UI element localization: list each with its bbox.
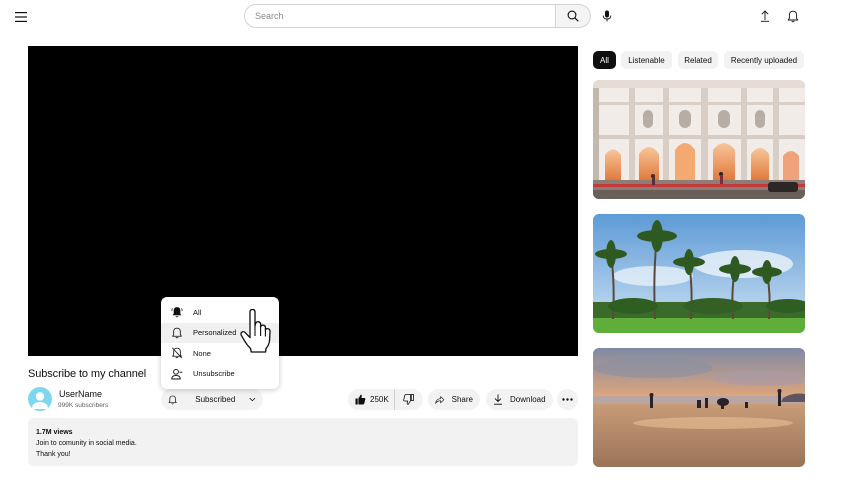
description-box[interactable]: 1.7M views Join to comunity in social me… bbox=[28, 418, 578, 466]
subscribed-button[interactable]: Subscribed bbox=[161, 389, 263, 410]
beach-sunset-thumbnail-image bbox=[593, 348, 805, 467]
recommended-video-thumbnail[interactable] bbox=[593, 214, 805, 333]
chip-listenable[interactable]: Listenable bbox=[621, 51, 672, 69]
subscribed-label: Subscribed bbox=[195, 395, 236, 404]
avatar-person-icon bbox=[32, 392, 48, 409]
chevron-down-icon bbox=[249, 397, 256, 402]
menu-item-label: Unsubscribe bbox=[193, 369, 235, 379]
bell-icon bbox=[168, 395, 177, 404]
video-title: Subscribe to my channel bbox=[28, 368, 147, 380]
video-player[interactable] bbox=[28, 46, 578, 356]
dislike-button[interactable] bbox=[395, 389, 422, 410]
hand-pointer-cursor-icon bbox=[240, 309, 271, 353]
like-button[interactable]: 250K bbox=[348, 389, 395, 410]
avatar[interactable] bbox=[28, 387, 52, 411]
description-line: Thank you! bbox=[36, 451, 71, 458]
chip-all[interactable]: All bbox=[593, 51, 616, 69]
like-dislike-group: 250K bbox=[348, 389, 423, 410]
subscriber-count: 999K subscribers bbox=[58, 402, 109, 409]
thumbs-down-icon bbox=[403, 394, 414, 405]
bell-filled-icon bbox=[171, 306, 183, 318]
person-remove-icon bbox=[171, 368, 183, 380]
download-button[interactable]: Download bbox=[486, 389, 553, 410]
bell-outline-icon bbox=[171, 327, 183, 339]
menu-item-unsubscribe[interactable]: Unsubscribe bbox=[161, 364, 279, 385]
mic-icon bbox=[602, 10, 612, 22]
search-icon bbox=[567, 10, 579, 22]
search-input[interactable] bbox=[244, 4, 556, 28]
voice-search-button[interactable] bbox=[596, 5, 618, 27]
chip-related[interactable]: Related bbox=[678, 51, 718, 69]
menu-icon bbox=[15, 12, 27, 22]
chip-recently-uploaded[interactable]: Recently uploaded bbox=[724, 51, 804, 69]
menu-item-label: Personalized bbox=[193, 328, 237, 338]
description-line: Join to comunity in social media. bbox=[36, 440, 137, 447]
share-icon bbox=[435, 395, 445, 404]
view-count: 1.7M views bbox=[36, 429, 73, 436]
more-actions-button[interactable] bbox=[557, 389, 578, 410]
search-button[interactable] bbox=[555, 4, 591, 28]
channel-name[interactable]: UserName bbox=[59, 389, 102, 399]
more-horizontal-icon bbox=[562, 398, 573, 401]
notifications-button[interactable] bbox=[783, 6, 803, 26]
share-label: Share bbox=[451, 395, 473, 404]
recommended-video-thumbnail[interactable] bbox=[593, 80, 805, 199]
share-button[interactable]: Share bbox=[428, 389, 480, 410]
download-icon bbox=[494, 394, 502, 405]
bell-off-icon bbox=[171, 347, 183, 359]
building-thumbnail-image bbox=[593, 80, 805, 199]
search-bar bbox=[244, 4, 591, 28]
menu-item-label: All bbox=[193, 307, 202, 317]
palm-trees-thumbnail-image bbox=[593, 214, 805, 333]
like-count: 250K bbox=[370, 395, 389, 404]
thumbs-up-icon bbox=[355, 394, 366, 405]
upload-button[interactable] bbox=[755, 6, 775, 26]
download-label: Download bbox=[510, 395, 546, 404]
upload-icon bbox=[761, 10, 769, 22]
menu-item-label: None bbox=[193, 348, 211, 358]
bell-icon bbox=[787, 10, 799, 22]
menu-button[interactable] bbox=[11, 7, 31, 27]
recommended-video-thumbnail[interactable] bbox=[593, 348, 805, 467]
